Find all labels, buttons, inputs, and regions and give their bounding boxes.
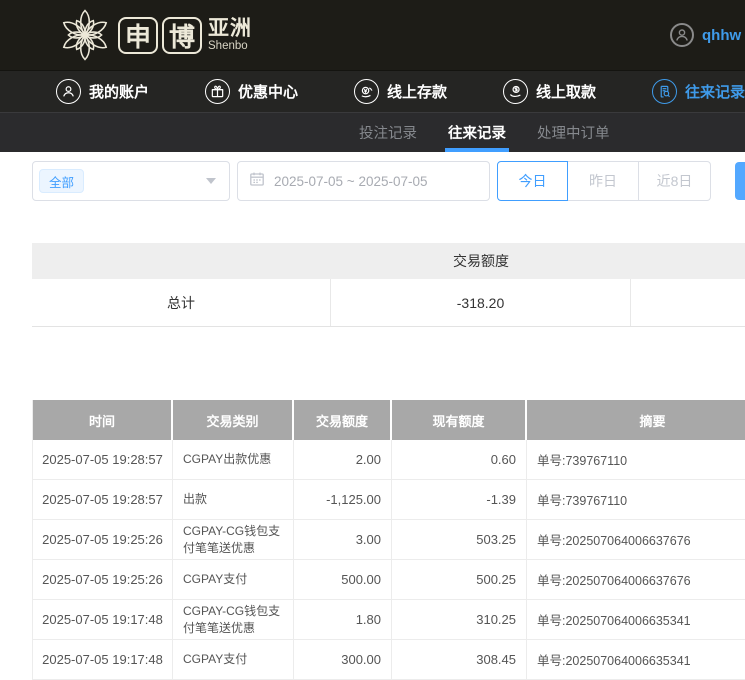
cell-balance: -1.39: [392, 480, 527, 520]
chevron-down-icon: [206, 178, 216, 184]
calendar-icon: [249, 171, 265, 192]
cell-type: CGPAY支付: [173, 560, 294, 600]
cell-amount: 300.00: [294, 640, 392, 680]
cell-summary: 单号:202507064006637676: [527, 520, 745, 560]
nav-label: 线上存款: [387, 81, 447, 102]
quick-range-group: 今日 昨日 近8日: [497, 161, 711, 201]
user-avatar-icon: [670, 23, 694, 47]
today-button[interactable]: 今日: [497, 161, 568, 201]
cell-amount: 3.00: [294, 520, 392, 560]
user-account-icon: [56, 79, 81, 104]
selected-type-tag[interactable]: 全部: [39, 169, 84, 193]
cell-summary: 单号:202507064006635341: [527, 640, 745, 680]
cell-amount: 2.00: [294, 440, 392, 480]
cell-type: CGPAY-CG钱包支付笔笔送优惠: [173, 520, 294, 560]
summary-header-label: 交易额度: [331, 243, 631, 279]
cell-amount: 500.00: [294, 560, 392, 600]
cell-time: 2025-07-05 19:17:48: [33, 640, 173, 680]
table-row: 2025-07-05 19:17:48 CGPAY支付 300.00 308.4…: [33, 640, 745, 680]
gift-icon: [205, 79, 230, 104]
col-header-type: 交易类别: [173, 400, 294, 440]
table-row: 2025-07-05 19:25:26 CGPAY支付 500.00 500.2…: [33, 560, 745, 600]
cell-time: 2025-07-05 19:28:57: [33, 480, 173, 520]
table-row: 2025-07-05 19:28:57 出款 -1,125.00 -1.39 单…: [33, 480, 745, 520]
filter-bar: 全部 2025-07-05 ~ 2025-07-05 今日 昨日 近8日: [32, 161, 745, 201]
nav-item-promotions[interactable]: 优惠中心: [205, 79, 298, 104]
page: 申 博 亚洲 Shenbo qhhw 我的账户: [0, 0, 745, 680]
summary-total-value: -318.20: [331, 279, 631, 326]
cell-time: 2025-07-05 19:25:26: [33, 520, 173, 560]
type-select[interactable]: 全部: [32, 161, 230, 201]
username-text[interactable]: qhhw: [702, 27, 741, 44]
cell-balance: 308.45: [392, 640, 527, 680]
query-button[interactable]: [735, 162, 745, 200]
cell-time: 2025-07-05 19:25:26: [33, 560, 173, 600]
site-header: 申 博 亚洲 Shenbo qhhw: [0, 0, 745, 70]
cell-type: CGPAY-CG钱包支付笔笔送优惠: [173, 600, 294, 640]
summary-total-row: 总计 -318.20: [32, 279, 745, 327]
logo-char-bo: 博: [162, 17, 202, 54]
main-nav: 我的账户 优惠中心 线上存款: [0, 70, 745, 112]
deposit-icon: [354, 79, 379, 104]
cell-amount: -1,125.00: [294, 480, 392, 520]
summary-empty-cell: [631, 279, 745, 326]
cell-balance: 500.25: [392, 560, 527, 600]
tab-betting-records[interactable]: 投注记录: [359, 113, 417, 152]
user-menu[interactable]: qhhw: [670, 0, 741, 70]
nav-label: 往来记录: [685, 81, 745, 102]
logo-char-shen: 申: [118, 17, 158, 54]
cell-summary: 单号:739767110: [527, 440, 745, 480]
transactions-table: 时间 交易类别 交易额度 现有额度 摘要 2025-07-05 19:28:57…: [32, 400, 745, 680]
summary-header-spacer: [32, 243, 331, 279]
nav-item-online-deposit[interactable]: 线上存款: [354, 79, 447, 104]
summary-total-label: 总计: [32, 279, 331, 326]
nav-label: 我的账户: [89, 81, 149, 102]
cell-type: 出款: [173, 480, 294, 520]
yesterday-button[interactable]: 昨日: [567, 161, 639, 201]
flower-logo-icon: [56, 7, 114, 63]
record-tabs: 投注记录 往来记录 处理中订单: [0, 112, 745, 152]
cell-balance: 310.25: [392, 600, 527, 640]
cell-summary: 单号:202507064006635341: [527, 600, 745, 640]
nav-item-transaction-records[interactable]: 往来记录: [652, 79, 745, 104]
date-range-value: 2025-07-05 ~ 2025-07-05: [274, 174, 428, 189]
cell-summary: 单号:202507064006637676: [527, 560, 745, 600]
date-range-input[interactable]: 2025-07-05 ~ 2025-07-05: [237, 161, 490, 201]
records-icon: [652, 79, 677, 104]
nav-label: 优惠中心: [238, 81, 298, 102]
col-header-amount: 交易额度: [294, 400, 392, 440]
cell-time: 2025-07-05 19:28:57: [33, 440, 173, 480]
tab-transaction-records[interactable]: 往来记录: [448, 113, 506, 152]
nav-item-online-withdraw[interactable]: 线上取款: [503, 79, 596, 104]
col-header-balance: 现有额度: [392, 400, 527, 440]
col-header-summary: 摘要: [527, 400, 745, 440]
cell-balance: 503.25: [392, 520, 527, 560]
table-row: 2025-07-05 19:28:57 CGPAY出款优惠 2.00 0.60 …: [33, 440, 745, 480]
last-8-days-button[interactable]: 近8日: [638, 161, 711, 201]
logo-wordmark: 亚洲 Shenbo: [208, 18, 252, 52]
cell-summary: 单号:739767110: [527, 480, 745, 520]
table-row: 2025-07-05 19:25:26 CGPAY-CG钱包支付笔笔送优惠 3.…: [33, 520, 745, 560]
summary-table: 交易额度 总计 -318.20: [32, 243, 745, 327]
nav-item-my-account[interactable]: 我的账户: [56, 79, 149, 104]
cell-type: CGPAY出款优惠: [173, 440, 294, 480]
cell-amount: 1.80: [294, 600, 392, 640]
brand-logo[interactable]: 申 博 亚洲 Shenbo: [56, 7, 252, 63]
cell-balance: 0.60: [392, 440, 527, 480]
nav-label: 线上取款: [536, 81, 596, 102]
tab-pending-orders[interactable]: 处理中订单: [537, 113, 610, 152]
logo-brand-text: Shenbo: [208, 40, 252, 52]
withdraw-icon: [503, 79, 528, 104]
cell-time: 2025-07-05 19:17:48: [33, 600, 173, 640]
logo-region-text: 亚洲: [208, 18, 252, 40]
table-header-row: 时间 交易类别 交易额度 现有额度 摘要: [33, 400, 745, 440]
table-row: 2025-07-05 19:17:48 CGPAY-CG钱包支付笔笔送优惠 1.…: [33, 600, 745, 640]
summary-header-spacer: [631, 243, 745, 279]
summary-header-row: 交易额度: [32, 243, 745, 279]
col-header-time: 时间: [33, 400, 173, 440]
cell-type: CGPAY支付: [173, 640, 294, 680]
